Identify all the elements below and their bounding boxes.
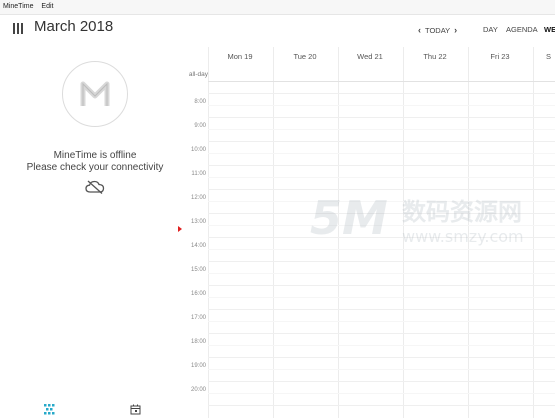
time-label: 12:00 — [190, 195, 206, 201]
time-label: 16:00 — [190, 291, 206, 297]
menu-edit[interactable]: Edit — [38, 0, 56, 14]
watermark-cn-text: 数码资源网 — [402, 198, 522, 226]
offline-message: Please check your connectivity — [26, 162, 164, 173]
current-time-indicator — [178, 226, 182, 232]
day-header-tue[interactable]: Tue 20 — [273, 52, 337, 61]
watermark: 5M 数码资源网 www.smzy.com — [310, 190, 555, 255]
day-header-thu[interactable]: Thu 22 — [403, 52, 467, 61]
next-week-icon[interactable]: › — [454, 25, 457, 35]
tasks-icon[interactable] — [44, 402, 55, 420]
time-label: 17:00 — [190, 315, 206, 321]
time-label: 20:00 — [190, 387, 206, 393]
time-label: 15:00 — [190, 267, 206, 273]
watermark-url: www.smzy.com — [402, 227, 524, 246]
day-header-wed[interactable]: Wed 21 — [338, 52, 402, 61]
sidebar-bottom-bar — [0, 398, 180, 418]
today-button[interactable]: TODAY — [425, 26, 450, 35]
offline-title: MineTime is offline — [53, 150, 137, 161]
day-header-mon[interactable]: Mon 19 — [208, 52, 272, 61]
hamburger-icon[interactable] — [13, 23, 24, 34]
time-label: 19:00 — [190, 363, 206, 369]
prev-week-icon[interactable]: ‹ — [418, 25, 421, 35]
calendar-icon[interactable] — [130, 402, 141, 420]
allday-label: all-day — [188, 71, 208, 78]
tab-agenda[interactable]: AGENDA — [506, 25, 538, 34]
calendar-header: March 2018 ‹ TODAY › DAY AGENDA WE — [0, 15, 555, 47]
tab-day[interactable]: DAY — [483, 25, 498, 34]
menu-bar: MineTime Edit — [0, 0, 555, 15]
tab-week[interactable]: WE — [544, 25, 555, 34]
menu-app[interactable]: MineTime — [0, 0, 36, 14]
month-title: March 2018 — [34, 18, 114, 35]
time-label: 10:00 — [190, 147, 206, 153]
time-label: 8:00 — [194, 99, 206, 105]
cloud-off-icon — [85, 180, 105, 199]
watermark-logo: 5M — [310, 191, 388, 245]
time-label: 14:00 — [190, 243, 206, 249]
time-label: 11:00 — [191, 171, 206, 177]
minetime-logo-icon — [62, 61, 128, 127]
time-label: 18:00 — [190, 339, 206, 345]
sidebar: MineTime is offline Please check your co… — [0, 47, 180, 418]
day-header-fri[interactable]: Fri 23 — [468, 52, 532, 61]
day-header-sat[interactable]: S — [533, 52, 555, 61]
time-label: 13:00 — [190, 219, 206, 225]
time-label: 9:00 — [194, 123, 206, 129]
today-navigation: ‹ TODAY › — [418, 25, 457, 35]
